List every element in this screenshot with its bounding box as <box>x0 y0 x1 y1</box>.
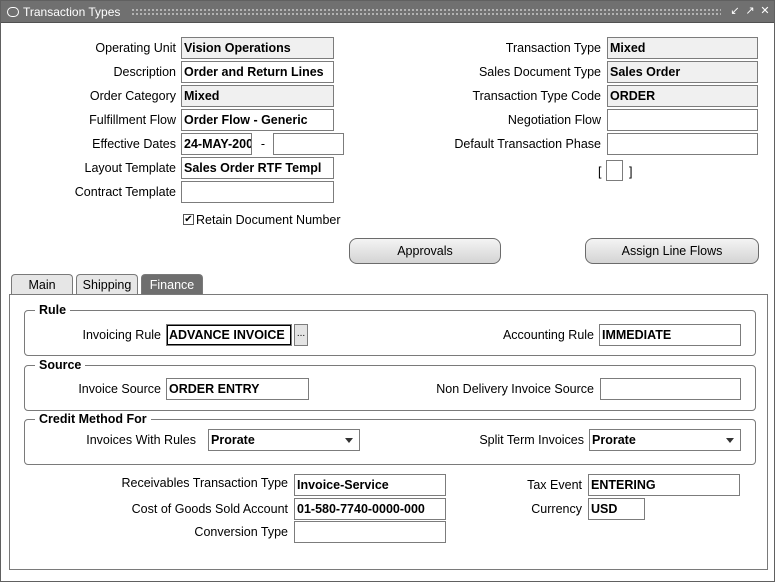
sales-document-type-field[interactable]: Sales Order <box>607 61 758 83</box>
invoicing-rule-field[interactable]: ADVANCE INVOICE <box>166 324 292 346</box>
non-delivery-invoice-source-field[interactable] <box>600 378 741 400</box>
receivables-transaction-type-label: Receivables Transaction Type <box>121 476 288 490</box>
conversion-type-label: Conversion Type <box>194 525 288 539</box>
dff-open-bracket: [ <box>598 165 602 179</box>
tax-event-field[interactable]: ENTERING <box>588 474 740 496</box>
description-label: Description <box>113 65 176 79</box>
window-menu-icon[interactable] <box>7 7 19 17</box>
tab-main[interactable]: Main <box>11 274 73 295</box>
descriptive-flexfield[interactable] <box>606 160 623 181</box>
maximize-icon[interactable]: ↗ <box>744 5 756 18</box>
transaction-type-label: Transaction Type <box>505 41 601 55</box>
receivables-transaction-type-field[interactable]: Invoice-Service <box>294 474 446 496</box>
contract-template-label: Contract Template <box>74 185 176 199</box>
negotiation-flow-field[interactable] <box>607 109 758 131</box>
title-bar-texture <box>131 8 721 16</box>
currency-label: Currency <box>531 502 582 516</box>
dff-close-bracket: ] <box>629 165 633 179</box>
transaction-type-code-field[interactable]: ORDER <box>607 85 758 107</box>
accounting-rule-field[interactable]: IMMEDIATE <box>599 324 741 346</box>
assign-line-flows-button[interactable]: Assign Line Flows <box>585 238 759 264</box>
invoice-source-field[interactable]: ORDER ENTRY <box>166 378 309 400</box>
source-group-title: Source <box>35 357 86 373</box>
minimize-icon[interactable]: ↙ <box>729 5 741 18</box>
effective-dates-separator: - <box>260 137 266 151</box>
retain-document-number-label: Retain Document Number <box>196 213 341 227</box>
chevron-down-icon <box>726 438 734 443</box>
approvals-button[interactable]: Approvals <box>349 238 501 264</box>
fulfillment-flow-field[interactable]: Order Flow - Generic <box>181 109 334 131</box>
split-term-invoices-value: Prorate <box>592 433 636 447</box>
non-delivery-invoice-source-label: Non Delivery Invoice Source <box>436 382 594 396</box>
tab-shipping[interactable]: Shipping <box>76 274 138 295</box>
operating-unit-label: Operating Unit <box>95 41 176 55</box>
default-transaction-phase-field[interactable] <box>607 133 758 155</box>
layout-template-label: Layout Template <box>84 161 177 175</box>
split-term-invoices-label: Split Term Invoices <box>479 433 584 447</box>
operating-unit-field[interactable]: Vision Operations <box>181 37 334 59</box>
description-field[interactable]: Order and Return Lines <box>181 61 334 83</box>
transaction-types-window: Transaction Types ↙ ↗ ✕ Operating Unit V… <box>0 0 775 582</box>
rule-group-title: Rule <box>35 302 71 318</box>
order-category-label: Order Category <box>89 89 176 103</box>
contract-template-field[interactable] <box>181 181 334 203</box>
transaction-type-field[interactable]: Mixed <box>607 37 758 59</box>
negotiation-flow-label: Negotiation Flow <box>507 113 601 127</box>
invoices-with-rules-value: Prorate <box>211 433 255 447</box>
invoicing-rule-label: Invoicing Rule <box>82 328 161 342</box>
chevron-down-icon <box>345 438 353 443</box>
order-category-field[interactable]: Mixed <box>181 85 334 107</box>
retain-document-number-checkbox[interactable]: ✔ <box>183 214 194 225</box>
invoices-with-rules-select[interactable]: Prorate <box>208 429 360 451</box>
default-transaction-phase-label: Default Transaction Phase <box>454 137 601 151</box>
finance-tab-panel: Rule Invoicing Rule ADVANCE INVOICE ... … <box>9 294 768 570</box>
close-icon[interactable]: ✕ <box>759 5 771 18</box>
transaction-type-code-label: Transaction Type Code <box>472 89 601 103</box>
split-term-invoices-select[interactable]: Prorate <box>589 429 741 451</box>
list-of-values-icon[interactable]: ... <box>294 324 308 346</box>
effective-date-to-field[interactable] <box>273 133 344 155</box>
currency-field[interactable]: USD <box>588 498 645 520</box>
title-bar[interactable]: Transaction Types ↙ ↗ ✕ <box>1 1 774 23</box>
cogs-account-label: Cost of Goods Sold Account <box>131 502 288 516</box>
accounting-rule-label: Accounting Rule <box>502 328 594 342</box>
fulfillment-flow-label: Fulfillment Flow <box>89 113 176 127</box>
layout-template-field[interactable]: Sales Order RTF Templ <box>181 157 334 179</box>
tab-finance[interactable]: Finance <box>141 274 203 295</box>
window-title: Transaction Types <box>23 5 121 19</box>
invoices-with-rules-label: Invoices With Rules <box>86 433 196 447</box>
effective-date-from-field[interactable]: 24-MAY-200 <box>181 133 252 155</box>
credit-method-group-title: Credit Method For <box>35 411 151 427</box>
conversion-type-field[interactable] <box>294 521 446 543</box>
effective-dates-label: Effective Dates <box>92 137 176 151</box>
cogs-account-field[interactable]: 01-580-7740-0000-000 <box>294 498 446 520</box>
header-panel: Operating Unit Vision Operations Descrip… <box>4 25 771 269</box>
invoice-source-label: Invoice Source <box>78 382 161 396</box>
tax-event-label: Tax Event <box>527 478 582 492</box>
sales-document-type-label: Sales Document Type <box>478 65 601 79</box>
